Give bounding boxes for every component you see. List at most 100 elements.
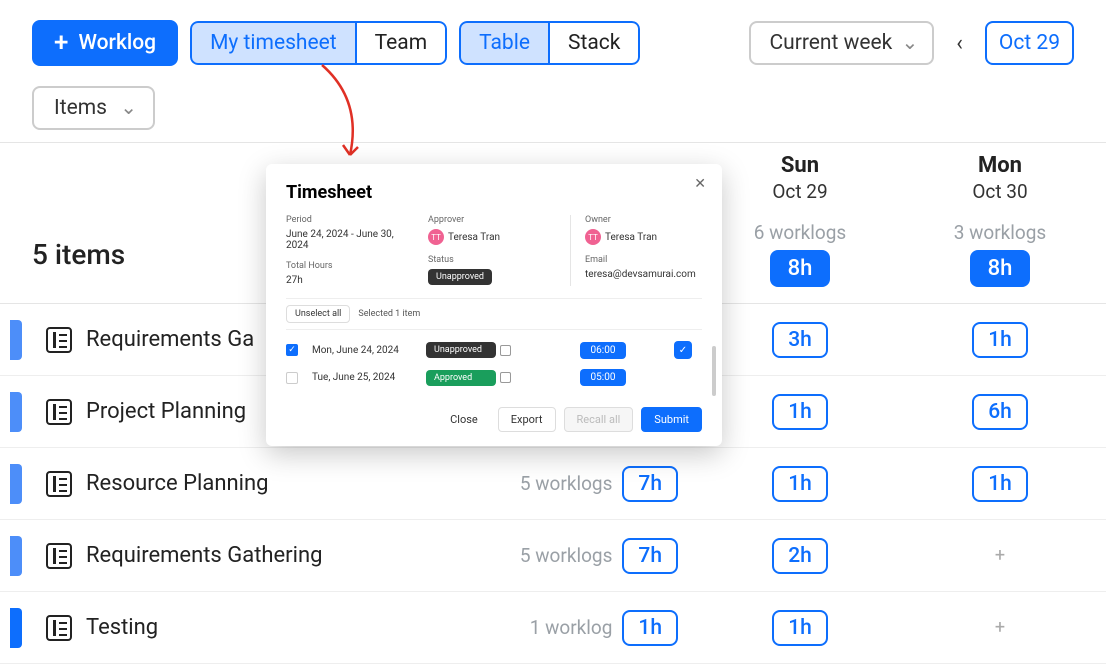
- scrollbar[interactable]: [712, 346, 716, 396]
- modal-entries: ✓ Mon, June 24, 2024 Unapproved 06:00 ✓ …: [286, 330, 702, 397]
- timesheet-modal: ✕ Timesheet Period June 24, 2024 - June …: [266, 164, 722, 446]
- entry-checkbox[interactable]: ✓: [286, 344, 298, 356]
- worklogs-count: 5 worklogs: [520, 472, 613, 495]
- tab-table[interactable]: Table: [459, 21, 548, 65]
- copy-icon[interactable]: [500, 372, 511, 383]
- day-total[interactable]: 8h: [970, 250, 1031, 287]
- close-icon[interactable]: ✕: [694, 176, 706, 192]
- period-select[interactable]: Current week: [749, 21, 934, 65]
- timesheet-entry: ✓ Mon, June 24, 2024 Unapproved 06:00 ✓: [286, 336, 702, 364]
- worklog-label: Worklog: [78, 31, 156, 55]
- check-icon[interactable]: ✓: [674, 341, 692, 359]
- entry-time[interactable]: 05:00: [580, 369, 626, 386]
- day-header-sun: Sun Oct 29: [700, 143, 900, 207]
- worklogs-count: 6 worklogs: [700, 221, 900, 244]
- meta-value: Teresa Tran: [605, 232, 657, 243]
- selected-count: Selected 1 item: [358, 309, 420, 319]
- export-button[interactable]: Export: [498, 407, 556, 432]
- day-date: Oct 30: [900, 180, 1100, 203]
- modal-meta: Period June 24, 2024 - June 30, 2024 Tot…: [286, 215, 702, 286]
- meta-label: Total Hours: [286, 261, 418, 271]
- cell-hours[interactable]: 6h: [972, 394, 1028, 430]
- items-select[interactable]: Items: [32, 86, 155, 130]
- day-header-mon: Mon Oct 30: [900, 143, 1100, 207]
- add-cell[interactable]: +: [995, 617, 1005, 638]
- item-icon: [46, 327, 72, 353]
- date-button[interactable]: Oct 29: [985, 21, 1074, 65]
- copy-icon[interactable]: [500, 345, 511, 356]
- item-name[interactable]: Requirements Gathering: [86, 543, 322, 568]
- table-row: Requirements Gathering 5 worklogs 7h 2h …: [0, 520, 1106, 592]
- tab-stack[interactable]: Stack: [548, 21, 640, 65]
- entry-time[interactable]: 06:00: [580, 342, 626, 359]
- table-row: Testing 1 worklog 1h 1h +: [0, 592, 1106, 664]
- status-badge: Approved: [426, 370, 496, 386]
- plus-icon: +: [54, 30, 68, 56]
- row-color-bar: [10, 392, 22, 432]
- entry-date: Tue, June 25, 2024: [312, 372, 422, 383]
- avatar: TT: [585, 229, 601, 245]
- summary-mon: 3 worklogs 8h: [900, 221, 1100, 287]
- worklogs-count: 5 worklogs: [520, 544, 613, 567]
- modal-footer: Close Export Recall all Submit: [286, 397, 702, 432]
- cell-hours[interactable]: 1h: [972, 322, 1028, 358]
- row-color-bar: [10, 464, 22, 504]
- toolbar: + Worklog My timesheet Team Table Stack …: [0, 0, 1106, 78]
- prev-button[interactable]: ‹: [946, 25, 973, 62]
- close-button[interactable]: Close: [438, 407, 490, 432]
- item-icon: [46, 399, 72, 425]
- cell-hours[interactable]: 1h: [772, 610, 828, 646]
- unselect-all-button[interactable]: Unselect all: [286, 305, 350, 323]
- summary-sun: 6 worklogs 8h: [700, 221, 900, 287]
- meta-label: Owner: [585, 215, 702, 225]
- day-name: Mon: [900, 153, 1100, 178]
- day-name: Sun: [700, 153, 900, 178]
- item-name[interactable]: Resource Planning: [86, 471, 269, 496]
- status-badge: Unapproved: [426, 342, 496, 358]
- meta-label: Status: [428, 255, 560, 265]
- recall-all-button[interactable]: Recall all: [564, 407, 634, 432]
- cell-hours[interactable]: 1h: [772, 466, 828, 502]
- cell-hours[interactable]: 2h: [772, 538, 828, 574]
- row-total[interactable]: 7h: [622, 538, 678, 574]
- item-icon: [46, 543, 72, 569]
- entry-checkbox[interactable]: [286, 372, 298, 384]
- day-date: Oct 29: [700, 180, 900, 203]
- row-total[interactable]: 1h: [622, 610, 678, 646]
- tab-team[interactable]: Team: [355, 21, 448, 65]
- cell-hours[interactable]: 3h: [772, 322, 828, 358]
- view-segment: Table Stack: [459, 21, 640, 65]
- item-name[interactable]: Testing: [86, 615, 158, 640]
- item-icon: [46, 615, 72, 641]
- modal-title: Timesheet: [286, 182, 702, 203]
- submit-button[interactable]: Submit: [641, 407, 702, 432]
- row-total[interactable]: 7h: [622, 466, 678, 502]
- subbar: Items: [0, 78, 1106, 142]
- row-color-bar: [10, 320, 22, 360]
- modal-toolbar: Unselect all Selected 1 item: [286, 298, 702, 330]
- item-icon: [46, 471, 72, 497]
- item-name[interactable]: Project Planning: [86, 399, 246, 424]
- meta-value: teresa@devsamurai.com: [585, 269, 696, 280]
- item-name[interactable]: Requirements Ga: [86, 327, 254, 352]
- cell-hours[interactable]: 1h: [972, 466, 1028, 502]
- table-row: Resource Planning 5 worklogs 7h 1h 1h: [0, 448, 1106, 520]
- meta-label: Period: [286, 215, 418, 225]
- worklogs-count: 3 worklogs: [900, 221, 1100, 244]
- status-badge: Unapproved: [428, 269, 492, 285]
- row-color-bar: [10, 536, 22, 576]
- meta-label: Approver: [428, 215, 560, 225]
- tab-my-timesheet[interactable]: My timesheet: [190, 21, 355, 65]
- worklogs-count: 1 worklog: [530, 616, 613, 639]
- add-cell[interactable]: +: [995, 545, 1005, 566]
- cell-hours[interactable]: 1h: [772, 394, 828, 430]
- entry-date: Mon, June 24, 2024: [312, 345, 422, 356]
- meta-value: June 24, 2024 - June 30, 2024: [286, 229, 394, 251]
- row-color-bar: [10, 608, 22, 648]
- day-total[interactable]: 8h: [770, 250, 831, 287]
- meta-label: Email: [585, 255, 702, 265]
- worklog-button[interactable]: + Worklog: [32, 20, 178, 66]
- avatar: TT: [428, 229, 444, 245]
- timesheet-entry: Tue, June 25, 2024 Approved 05:00: [286, 364, 702, 391]
- meta-value: Teresa Tran: [448, 232, 500, 243]
